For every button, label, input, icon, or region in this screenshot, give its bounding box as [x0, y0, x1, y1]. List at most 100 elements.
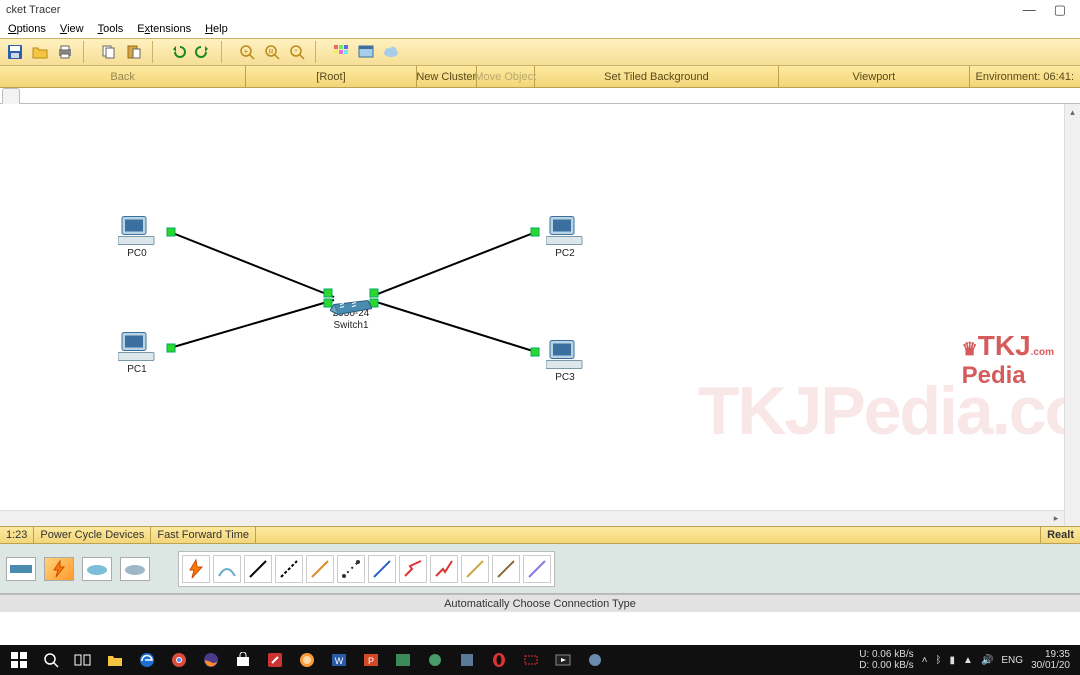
- zoom-out-icon[interactable]: -: [286, 41, 308, 63]
- pc-icon: [546, 202, 584, 234]
- save-icon[interactable]: [4, 41, 26, 63]
- zoom-in-icon[interactable]: +: [236, 41, 258, 63]
- tray-battery-icon[interactable]: ▮: [950, 655, 956, 666]
- conn-octal[interactable]: [461, 555, 489, 583]
- viewport-button[interactable]: Viewport: [779, 66, 969, 87]
- workspace-tab[interactable]: [2, 88, 20, 104]
- network-meter: U: 0.06 kB/s D: 0.00 kB/s: [859, 649, 913, 671]
- move-object-button: Move Object: [477, 66, 535, 87]
- undo-icon[interactable]: [167, 41, 189, 63]
- device-pc3[interactable]: PC-PT PC3: [546, 326, 584, 383]
- conn-straight[interactable]: [244, 555, 272, 583]
- topology-canvas[interactable]: PC-PT PC0 PC-PT PC1 PC-PT PC2 PC-PT PC3 …: [0, 104, 1064, 510]
- dialog-icon[interactable]: [355, 41, 377, 63]
- taskbar-app-firefox[interactable]: [196, 646, 226, 674]
- back-button[interactable]: Back: [0, 66, 246, 87]
- copy-icon[interactable]: [98, 41, 120, 63]
- navigation-bar: Back [Root] New Cluster Move Object Set …: [0, 66, 1080, 88]
- menu-tools[interactable]: Tools: [98, 23, 124, 35]
- taskbar-app-chrome[interactable]: [164, 646, 194, 674]
- menu-help[interactable]: Help: [205, 23, 228, 35]
- scroll-up-icon[interactable]: ▴: [1065, 104, 1080, 120]
- tray-lang[interactable]: ENG: [1001, 655, 1023, 666]
- taskbar-app-opera[interactable]: [484, 646, 514, 674]
- conn-coax[interactable]: [368, 555, 396, 583]
- conn-console[interactable]: [213, 555, 241, 583]
- taskbar-app-uc[interactable]: [292, 646, 322, 674]
- power-cycle-button[interactable]: Power Cycle Devices: [34, 527, 151, 543]
- conn-fiber[interactable]: [306, 555, 334, 583]
- taskbar-app-red[interactable]: [260, 646, 290, 674]
- start-button[interactable]: [4, 646, 34, 674]
- window-title: cket Tracer: [6, 4, 1023, 16]
- status-bar: 1:23 Power Cycle Devices Fast Forward Ti…: [0, 526, 1080, 544]
- taskbar-app-generic2[interactable]: [452, 646, 482, 674]
- conn-phone[interactable]: [337, 555, 365, 583]
- windows-taskbar: W P U: 0.06 kB/s D: 0.00 kB/s ˄ ᛒ ▮ ▲ 🔊 …: [0, 645, 1080, 675]
- print-icon[interactable]: [54, 41, 76, 63]
- maximize-button[interactable]: ▢: [1054, 2, 1066, 18]
- device-pc1[interactable]: PC-PT PC1: [118, 318, 156, 375]
- conn-serial-dte[interactable]: [430, 555, 458, 583]
- tray-wifi-icon[interactable]: ▲: [963, 655, 973, 666]
- taskbar-app-explorer[interactable]: [100, 646, 130, 674]
- connection-lines: [0, 104, 1064, 510]
- device-category-1[interactable]: [6, 557, 36, 581]
- taskbar-app-pt[interactable]: [388, 646, 418, 674]
- taskbar-app-snip[interactable]: [516, 646, 546, 674]
- blank-area: [0, 612, 1080, 645]
- redo-icon[interactable]: [192, 41, 214, 63]
- taskbar-app-generic3[interactable]: [580, 646, 610, 674]
- menu-options[interactable]: Options: [8, 23, 46, 35]
- palette-icon[interactable]: [330, 41, 352, 63]
- device-category-4[interactable]: [120, 557, 150, 581]
- tray-volume-icon[interactable]: 🔊: [981, 655, 993, 666]
- device-switch1[interactable]: 2950-24 Switch1: [330, 286, 372, 331]
- svg-text:W: W: [335, 656, 344, 666]
- menu-extensions[interactable]: Extensions: [137, 23, 191, 35]
- new-cluster-button[interactable]: New Cluster: [417, 66, 477, 87]
- device-category-3[interactable]: [82, 557, 112, 581]
- tray-chevron-icon[interactable]: ˄: [922, 655, 928, 666]
- horizontal-scrollbar[interactable]: ▸: [0, 510, 1064, 526]
- taskbar-app-word[interactable]: W: [324, 646, 354, 674]
- environment-label[interactable]: Environment: 06:41:: [970, 66, 1080, 87]
- connection-types: [178, 551, 555, 587]
- menu-view[interactable]: View: [60, 23, 84, 35]
- scroll-right-icon[interactable]: ▸: [1048, 511, 1064, 526]
- taskbar-app-edge[interactable]: [132, 646, 162, 674]
- taskbar-app-store[interactable]: [228, 646, 258, 674]
- device-pc2[interactable]: PC-PT PC2: [546, 202, 584, 259]
- conn-ioe[interactable]: [492, 555, 520, 583]
- device-pc0[interactable]: PC-PT PC0: [118, 202, 156, 259]
- tiled-background-button[interactable]: Set Tiled Background: [535, 66, 779, 87]
- conn-crossover[interactable]: [275, 555, 303, 583]
- connections-category[interactable]: [44, 557, 74, 581]
- conn-serial-dce[interactable]: [399, 555, 427, 583]
- svg-text:R: R: [268, 49, 273, 56]
- tray-bluetooth-icon[interactable]: ᛒ: [936, 655, 942, 666]
- fast-forward-button[interactable]: Fast Forward Time: [151, 527, 256, 543]
- menu-bar: Options View Tools Extensions Help: [0, 20, 1080, 38]
- taskview-icon[interactable]: [68, 646, 98, 674]
- conn-usb[interactable]: [523, 555, 551, 583]
- svg-text:+: +: [244, 47, 249, 56]
- paste-icon[interactable]: [123, 41, 145, 63]
- taskbar-app-ppt[interactable]: P: [356, 646, 386, 674]
- title-bar: cket Tracer — ▢: [0, 0, 1080, 20]
- tray-clock[interactable]: 19:35 30/01/20: [1031, 649, 1070, 671]
- conn-auto[interactable]: [182, 555, 210, 583]
- root-button[interactable]: [Root]: [246, 66, 417, 87]
- search-icon[interactable]: [36, 646, 66, 674]
- taskbar-app-generic1[interactable]: [420, 646, 450, 674]
- minimize-button[interactable]: —: [1023, 2, 1036, 18]
- workspace[interactable]: PC-PT PC0 PC-PT PC1 PC-PT PC2 PC-PT PC3 …: [0, 104, 1080, 526]
- cloud-icon[interactable]: [380, 41, 402, 63]
- open-icon[interactable]: [29, 41, 51, 63]
- mode-toggle[interactable]: Realt: [1040, 527, 1080, 543]
- svg-text:-: -: [294, 45, 297, 56]
- svg-text:P: P: [368, 656, 374, 666]
- vertical-scrollbar[interactable]: ▴: [1064, 104, 1080, 526]
- taskbar-app-video[interactable]: [548, 646, 578, 674]
- zoom-reset-icon[interactable]: R: [261, 41, 283, 63]
